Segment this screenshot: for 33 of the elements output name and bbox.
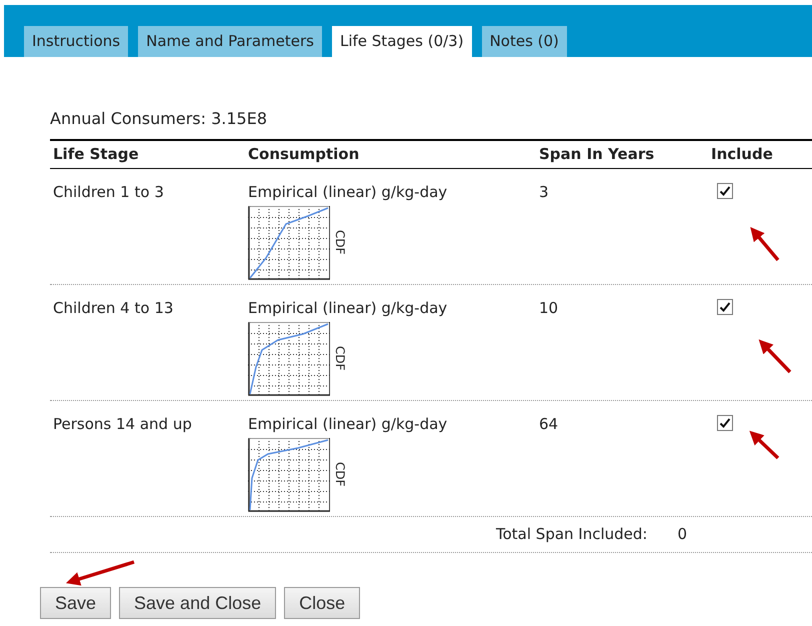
column-header: Life Stage xyxy=(52,144,140,166)
annotation-arrow xyxy=(749,430,780,460)
column-header: Include xyxy=(711,144,774,166)
column-header: Consumption xyxy=(248,144,360,166)
life-stage-cell-text: Persons 14 and up xyxy=(52,414,193,435)
life-stage-cell-text: Children 1 to 3 xyxy=(52,182,165,203)
tab[interactable]: Name and Parameters xyxy=(138,26,322,57)
tab[interactable]: Notes (0) xyxy=(482,26,567,57)
total-span-label: Total Span Included: xyxy=(496,524,648,546)
life-stage-cell-text: Children 4 to 13 xyxy=(52,298,174,319)
consumption-cell-text: Empirical (linear) g/kg-day xyxy=(248,298,448,319)
tab[interactable]: Life Stages (0/3) xyxy=(332,26,472,57)
axis-label: CDF xyxy=(333,346,347,371)
column-header: Span In Years xyxy=(539,144,656,166)
include-checkbox[interactable] xyxy=(717,183,733,199)
action-button[interactable]: Save xyxy=(40,587,112,619)
include-checkbox[interactable] xyxy=(717,415,733,431)
consumption-cell-text: Empirical (linear) g/kg-day xyxy=(248,414,448,435)
action-button[interactable]: Save and Close xyxy=(119,587,276,619)
action-button[interactable]: Close xyxy=(284,587,360,619)
axis-label: CDF xyxy=(333,230,347,255)
annual-consumers-text: Annual Consumers: 3.15E8 xyxy=(50,108,268,130)
span-cell-text: 64 xyxy=(539,414,560,435)
total-span-value: 0 xyxy=(678,524,688,546)
span-cell-text: 10 xyxy=(539,298,560,319)
annotation-arrow xyxy=(758,339,792,374)
axis-label: CDF xyxy=(333,462,347,487)
annotation-arrow xyxy=(750,226,780,262)
annotation-arrow xyxy=(66,560,135,586)
consumption-cell-text: Empirical (linear) g/kg-day xyxy=(248,182,448,203)
tab[interactable]: Instructions xyxy=(24,26,128,57)
include-checkbox[interactable] xyxy=(717,299,733,315)
span-cell-text: 3 xyxy=(539,182,550,203)
